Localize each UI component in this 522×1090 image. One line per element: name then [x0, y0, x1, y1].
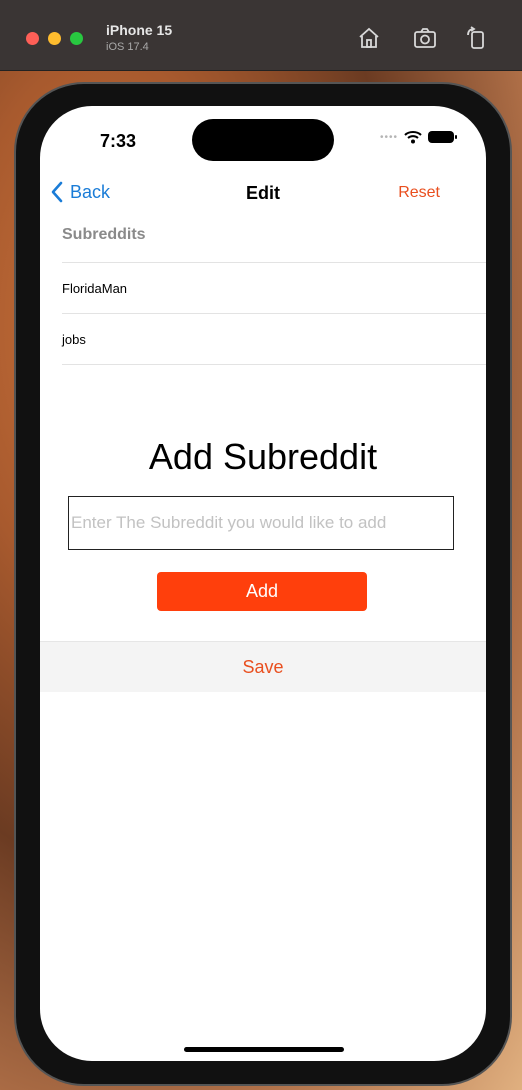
phone-screen: 7:33 •••• Back Edit Reset Subreddits Flo… [40, 106, 486, 1061]
zoom-window-button[interactable] [70, 32, 83, 45]
home-indicator [184, 1047, 344, 1052]
minimize-window-button[interactable] [48, 32, 61, 45]
add-button[interactable]: Add [157, 572, 367, 611]
add-subreddit-title: Add Subreddit [148, 436, 378, 477]
rotate-icon[interactable] [464, 26, 488, 50]
status-time: 7:33 [100, 131, 137, 151]
close-window-button[interactable] [26, 32, 39, 45]
os-version: iOS 17.4 [106, 41, 149, 53]
home-icon[interactable] [357, 26, 381, 50]
battery-icon [428, 131, 457, 143]
dynamic-island [192, 119, 334, 161]
subreddit-list: FloridaMan jobs [62, 262, 486, 365]
list-item[interactable]: jobs [62, 313, 486, 365]
subreddit-input[interactable] [68, 496, 454, 550]
save-button[interactable]: Save [40, 641, 486, 692]
subreddits-section-header: Subreddits [62, 226, 146, 243]
wifi-icon [404, 131, 422, 144]
screenshot-icon[interactable] [413, 26, 437, 50]
simulator-toolbar: iPhone 15 iOS 17.4 [0, 0, 522, 71]
cellular-signal-icon: •••• [379, 131, 398, 143]
reset-button[interactable]: Reset [398, 184, 440, 202]
phone-frame: 7:33 •••• Back Edit Reset Subreddits Flo… [14, 82, 512, 1086]
device-name: iPhone 15 [106, 22, 173, 38]
status-icons: •••• [379, 130, 457, 144]
list-item[interactable]: FloridaMan [62, 262, 486, 313]
